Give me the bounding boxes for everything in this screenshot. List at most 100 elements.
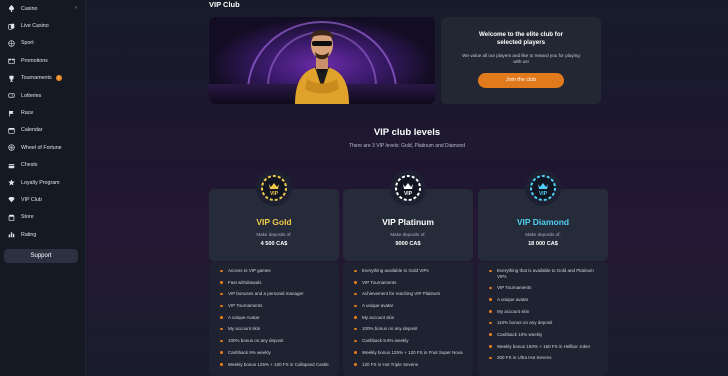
sidebar-item-chests[interactable]: Chests (0, 157, 85, 174)
feature-item: VIP Tournaments (209, 303, 339, 309)
feature-item: VIP Tournaments (478, 285, 608, 291)
diamond-icon (8, 196, 15, 203)
flag-icon (8, 110, 15, 117)
deposit-value: 4 500 CA$ (260, 241, 288, 247)
feature-item: Achievement for reaching VIP Platinum (343, 291, 473, 297)
feature-item: 110% bonus on any deposit (478, 320, 608, 326)
vip-level-name: VIP Diamond (516, 217, 570, 227)
support-button[interactable]: Support (4, 249, 78, 263)
chevron-right-icon: › (75, 5, 77, 11)
sidebar: Casino › Live Casino Sport Promotions To… (0, 0, 86, 376)
chip-label: VIP (404, 191, 413, 197)
feature-list: Access to VIP games Fast withdrawals VIP b… (209, 268, 339, 367)
sidebar-item-label: Store (21, 214, 34, 221)
sidebar-item-label: Live Casino (21, 23, 49, 30)
welcome-title-line: Welcome to the elite club for (478, 31, 564, 38)
feature-item: A unique Avatar (209, 315, 339, 321)
feature-item: Cashback 10% weekly (478, 332, 608, 338)
levels-title: VIP club levels (373, 127, 441, 138)
feature-list: Everything that is available to Gold and… (478, 268, 608, 361)
sidebar-item-label: Chests (21, 162, 38, 169)
sidebar-item-label: Rating (21, 231, 37, 238)
welcome-title-line: selected players (496, 39, 546, 46)
gift-icon (8, 57, 15, 65)
sidebar-item-rating[interactable]: Rating (0, 226, 85, 243)
spade-icon (8, 5, 15, 13)
store-icon (8, 214, 15, 221)
vip-gold-features: Access to VIP games Fast withdrawals VIP b… (209, 262, 339, 376)
vip-diamond-chip-icon: VIP (525, 170, 561, 206)
deposit-value: 18 000 CA$ (528, 241, 558, 247)
welcome-title: Welcome to the elite club for selected p… (441, 31, 601, 47)
sidebar-item-label: Tournaments (21, 75, 52, 82)
cards-icon (8, 23, 15, 30)
sidebar-item-vip-club[interactable]: VIP Club (0, 191, 85, 208)
sidebar-item-promotions[interactable]: Promotions (0, 52, 85, 69)
wheel-icon (8, 144, 15, 151)
feature-item: Cashback 9.5% weekly (343, 338, 473, 344)
feature-item: My account skin (209, 326, 339, 332)
feature-item: My account skin (478, 309, 608, 315)
sidebar-item-label: Race (21, 110, 34, 117)
sidebar-item-label: Casino (21, 5, 38, 12)
feature-list: Everything available to Gold VIPs VIP Tou… (343, 268, 473, 367)
feature-item: VIP Tournaments (343, 280, 473, 286)
main-content: VIP Club Welcome to the elite club for s… (86, 0, 728, 376)
sidebar-item-store[interactable]: Store (0, 209, 85, 226)
sidebar-item-label: Sport (21, 40, 34, 47)
sidebar-item-label: Loyalty Program (21, 179, 60, 186)
vip-gold-chip-icon: VIP (256, 170, 292, 206)
chest-icon (8, 162, 15, 169)
vip-diamond-features: Everything that is available to Gold and… (478, 262, 608, 376)
feature-item: A unique avatar (478, 297, 608, 303)
sidebar-item-race[interactable]: Race (0, 104, 85, 121)
deposit-label: Make deposits of: (256, 232, 292, 237)
welcome-panel: Welcome to the elite club for selected p… (441, 17, 601, 104)
sidebar-item-label: Calendar (21, 127, 43, 134)
vip-level-name: VIP Gold (256, 217, 292, 227)
sidebar-item-tournaments[interactable]: Tournaments ! (0, 70, 85, 87)
feature-item: Access to VIP games (209, 268, 339, 274)
rating-icon (8, 231, 15, 238)
notification-badge: ! (55, 75, 62, 82)
sidebar-item-label: Promotions (21, 57, 48, 64)
sidebar-item-label: VIP Club (21, 196, 42, 203)
feature-item: Weekly bonus 125% + 100 FS in Collapsed … (209, 362, 339, 368)
sidebar-item-casino[interactable]: Casino › (0, 0, 85, 17)
vip-platinum-chip-icon: VIP (390, 170, 426, 206)
sidebar-item-label: Wheel of Fortune (21, 144, 62, 151)
sidebar-item-calendar[interactable]: Calendar (0, 122, 85, 139)
star-icon (8, 179, 15, 186)
feature-item: Cashback 9% weekly (209, 350, 339, 356)
chip-label: VIP (539, 191, 548, 197)
feature-item: My account skin (343, 315, 473, 321)
ball-icon (8, 40, 15, 47)
sidebar-item-sport[interactable]: Sport (0, 35, 85, 52)
deposit-label: Make deposits of: (390, 232, 426, 237)
join-club-button[interactable]: Join the club (478, 73, 564, 88)
vip-platinum-features: Everything available to Gold VIPs VIP Tou… (343, 262, 473, 376)
hero-banner (209, 17, 435, 104)
sidebar-item-live-casino[interactable]: Live Casino (0, 17, 85, 34)
feature-item: Fast withdrawals (209, 280, 339, 286)
feature-item: 120 FS in Hot Triple Sevens (343, 362, 473, 368)
sidebar-item-lotteries[interactable]: Lotteries (0, 87, 85, 104)
trophy-icon (8, 75, 15, 82)
feature-item: Weekly bonus 150% + 150 FS in Hellbor Jo… (478, 344, 608, 350)
feature-item: Everything available to Gold VIPs (343, 268, 473, 274)
chip-label: VIP (270, 191, 279, 197)
feature-item: Weekly bonus 125% + 120 FS in Fruit Supe… (343, 350, 473, 356)
feature-item: 100% bonus on any deposit (343, 326, 473, 332)
vip-level-name: VIP Platinum (382, 217, 434, 227)
feature-item: Everything that is available to Gold and… (478, 268, 608, 279)
page-title: VIP Club (209, 0, 240, 9)
calendar-icon (8, 127, 15, 134)
sidebar-item-wheel-of-fortune[interactable]: Wheel of Fortune (0, 139, 85, 156)
feature-item: 100% bonus on any deposit (209, 338, 339, 344)
welcome-text: We value all our players and like to rew… (462, 53, 580, 64)
sidebar-item-loyalty-program[interactable]: Loyalty Program (0, 174, 85, 191)
vip-man-illustration (295, 30, 349, 104)
ticket-icon (8, 92, 15, 99)
feature-item: VIP bonuses and a personal manager (209, 291, 339, 297)
deposit-value: 9000 CA$ (395, 241, 421, 247)
